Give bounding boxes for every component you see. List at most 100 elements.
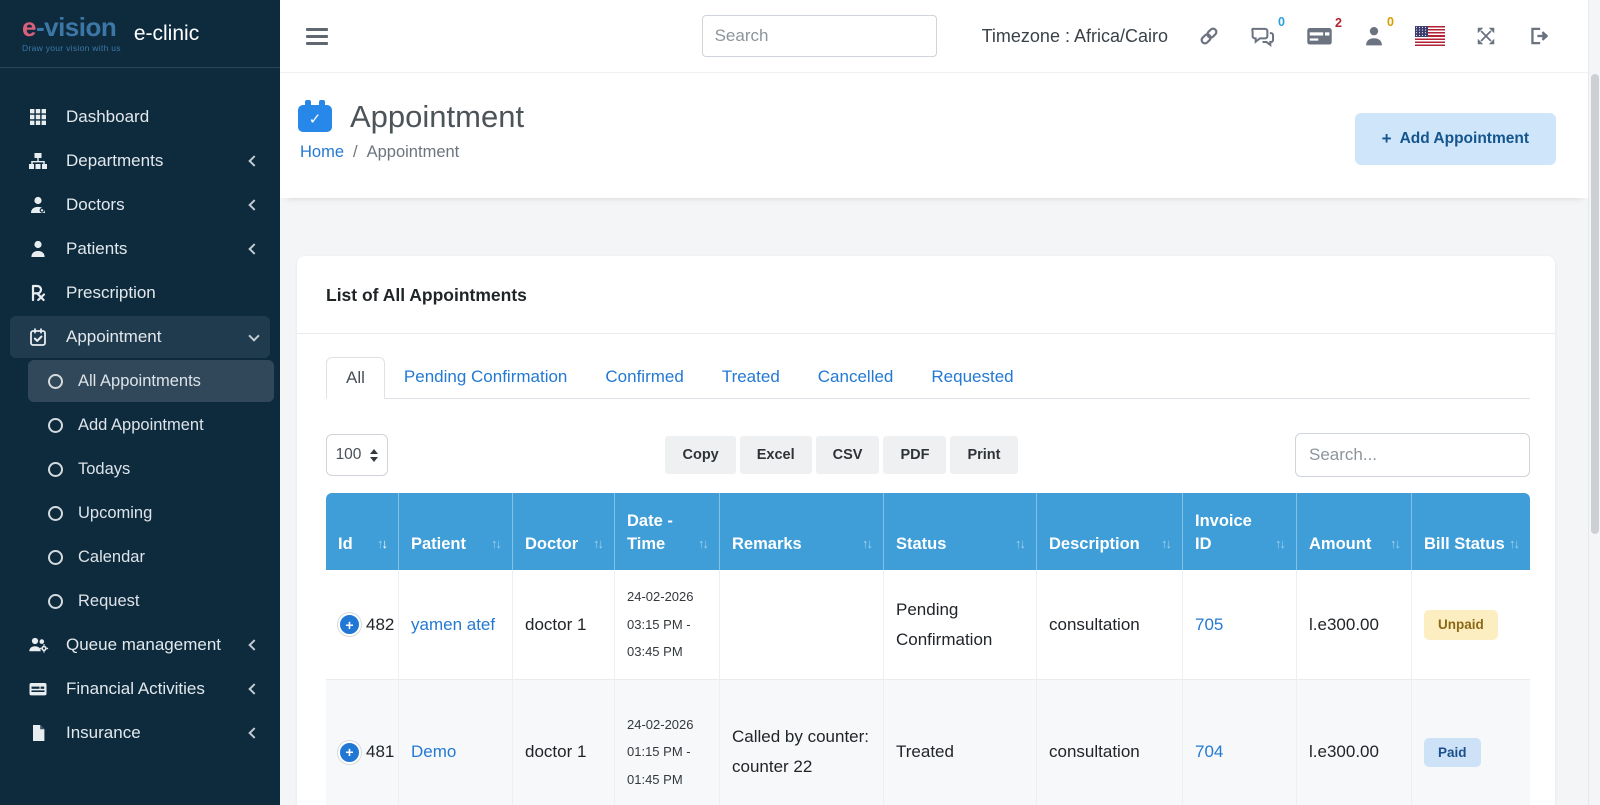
excel-button[interactable]: Excel	[740, 436, 812, 474]
sort-icon: ↑↓	[593, 535, 602, 555]
cell-amount: l.e300.00	[1297, 570, 1412, 680]
table-row: + 481 Demo doctor 1 24-02-2026 01:15 PM …	[326, 680, 1530, 805]
logout-button[interactable]	[1527, 25, 1550, 47]
column-header-patient[interactable]: Patient↑↓	[399, 493, 513, 570]
app-root: e-vision Draw your vision with us e-clin…	[0, 0, 1600, 805]
tab-cancelled[interactable]: Cancelled	[799, 357, 913, 399]
sidebar-subitem-request[interactable]: Request	[28, 580, 274, 622]
messages-button[interactable]: 0	[1250, 24, 1276, 48]
sort-icon: ↑↓	[862, 535, 871, 555]
billing-button[interactable]: 2	[1306, 25, 1333, 47]
breadcrumb-home-link[interactable]: Home	[300, 143, 344, 162]
column-header-date-time[interactable]: Date - Time↑↓	[615, 493, 720, 570]
circle-icon	[48, 462, 63, 477]
column-header-id[interactable]: Id↑↓	[326, 493, 399, 570]
sidebar-subitem-add-appointment[interactable]: Add Appointment	[28, 404, 274, 446]
sidebar-item-prescription[interactable]: Prescription	[10, 272, 270, 314]
appointments-table: Id↑↓ Patient↑↓ Doctor↑↓ Date - Time↑↓ Re…	[326, 493, 1530, 805]
patient-link[interactable]: Demo	[411, 742, 456, 761]
users-button[interactable]: 0	[1363, 24, 1385, 48]
sort-icon: ↑↓	[1161, 535, 1170, 555]
sidebar-item-departments[interactable]: Departments	[10, 140, 270, 182]
column-header-bill-status[interactable]: Bill Status↑↓	[1412, 493, 1530, 570]
credit-card-icon	[26, 679, 50, 699]
topbar-search-input[interactable]	[702, 15, 937, 57]
invoice-link[interactable]: 704	[1195, 742, 1223, 761]
circle-icon	[48, 374, 63, 389]
brand-product-name: e-clinic	[134, 22, 199, 46]
page-scrollbar[interactable]	[1588, 0, 1600, 805]
sidebar-item-financial-activities[interactable]: Financial Activities	[10, 668, 270, 710]
circle-icon	[48, 550, 63, 565]
tab-confirmed[interactable]: Confirmed	[586, 357, 702, 399]
sidebar-item-dashboard[interactable]: Dashboard	[10, 96, 270, 138]
sidebar-subitem-todays[interactable]: Todays	[28, 448, 274, 490]
pdf-button[interactable]: PDF	[883, 436, 946, 474]
check-icon: ✓	[298, 105, 332, 132]
cell-amount: l.e300.00	[1297, 680, 1412, 805]
sitemap-icon	[26, 151, 50, 171]
copy-button[interactable]: Copy	[665, 436, 735, 474]
bill-status-badge: Unpaid	[1424, 610, 1498, 640]
print-button[interactable]: Print	[950, 436, 1017, 474]
select-arrows-icon	[370, 449, 378, 462]
column-header-remarks[interactable]: Remarks↑↓	[720, 493, 884, 570]
add-appointment-button[interactable]: + Add Appointment	[1355, 113, 1556, 165]
sidebar-item-label: Prescription	[66, 282, 258, 304]
brand-logo: e-vision Draw your vision with us e-clin…	[0, 0, 280, 68]
sidebar-item-patients[interactable]: Patients	[10, 228, 270, 270]
circle-icon	[48, 418, 63, 433]
column-header-status[interactable]: Status↑↓	[884, 493, 1037, 570]
tab-treated[interactable]: Treated	[703, 357, 799, 399]
menu-toggle-button[interactable]	[306, 28, 328, 45]
time-end-value: 01:45 PM	[627, 772, 707, 788]
invoice-link[interactable]: 705	[1195, 615, 1223, 634]
cell-invoice-id: 704	[1183, 680, 1297, 805]
expand-row-button[interactable]: +	[338, 613, 361, 636]
sidebar-subitem-upcoming[interactable]: Upcoming	[28, 492, 274, 534]
sidebar-subitem-label: All Appointments	[78, 370, 201, 392]
sidebar-item-insurance[interactable]: Insurance	[10, 712, 270, 754]
cell-id: + 481	[326, 680, 399, 805]
cell-patient: Demo	[399, 680, 513, 805]
tab-pending-confirmation[interactable]: Pending Confirmation	[385, 357, 586, 399]
queue-users-icon	[26, 635, 50, 655]
patient-link[interactable]: yamen atef	[411, 615, 495, 634]
messages-count-badge: 0	[1278, 15, 1285, 29]
scrollbar-thumb[interactable]	[1591, 74, 1599, 534]
expand-row-button[interactable]: +	[338, 741, 361, 764]
csv-button[interactable]: CSV	[816, 436, 880, 474]
column-header-invoice-id[interactable]: Invoice ID↑↓	[1183, 493, 1297, 570]
link-icon	[1198, 25, 1220, 47]
column-header-amount[interactable]: Amount↑↓	[1297, 493, 1412, 570]
page-size-select[interactable]: 100	[326, 434, 388, 476]
cell-bill-status: Unpaid	[1412, 570, 1530, 680]
sidebar-item-appointment[interactable]: Appointment	[10, 316, 270, 358]
fullscreen-button[interactable]	[1475, 25, 1497, 47]
chat-icon	[1250, 24, 1276, 48]
sidebar-menu: Dashboard Departments Doctors	[0, 68, 280, 754]
table-search-input[interactable]	[1295, 433, 1530, 477]
cell-description: consultation	[1037, 570, 1183, 680]
tab-requested[interactable]: Requested	[912, 357, 1032, 399]
export-buttons: Copy Excel CSV PDF Print	[665, 436, 1017, 474]
sidebar-item-queue-management[interactable]: Queue management	[10, 624, 270, 666]
sidebar-subitem-calendar[interactable]: Calendar	[28, 536, 274, 578]
tab-all[interactable]: All	[326, 357, 385, 399]
column-header-doctor[interactable]: Doctor↑↓	[513, 493, 615, 570]
us-flag-icon	[1415, 26, 1445, 46]
cell-doctor: doctor 1	[513, 680, 615, 805]
language-button[interactable]	[1415, 26, 1445, 46]
calendar-check-icon: ✓	[298, 100, 332, 134]
cell-remarks	[720, 570, 884, 680]
link-button[interactable]	[1198, 25, 1220, 47]
chevron-left-icon	[248, 639, 259, 650]
column-header-description[interactable]: Description↑↓	[1037, 493, 1183, 570]
time-start-value: 01:15 PM -	[627, 744, 707, 760]
sidebar-subitem-all-appointments[interactable]: All Appointments	[28, 360, 274, 402]
page-title: Appointment	[350, 99, 524, 135]
sidebar-item-label: Queue management	[66, 634, 234, 656]
cell-description: consultation	[1037, 680, 1183, 805]
sidebar-item-doctors[interactable]: Doctors	[10, 184, 270, 226]
sort-icon: ↑↓	[1015, 535, 1024, 555]
